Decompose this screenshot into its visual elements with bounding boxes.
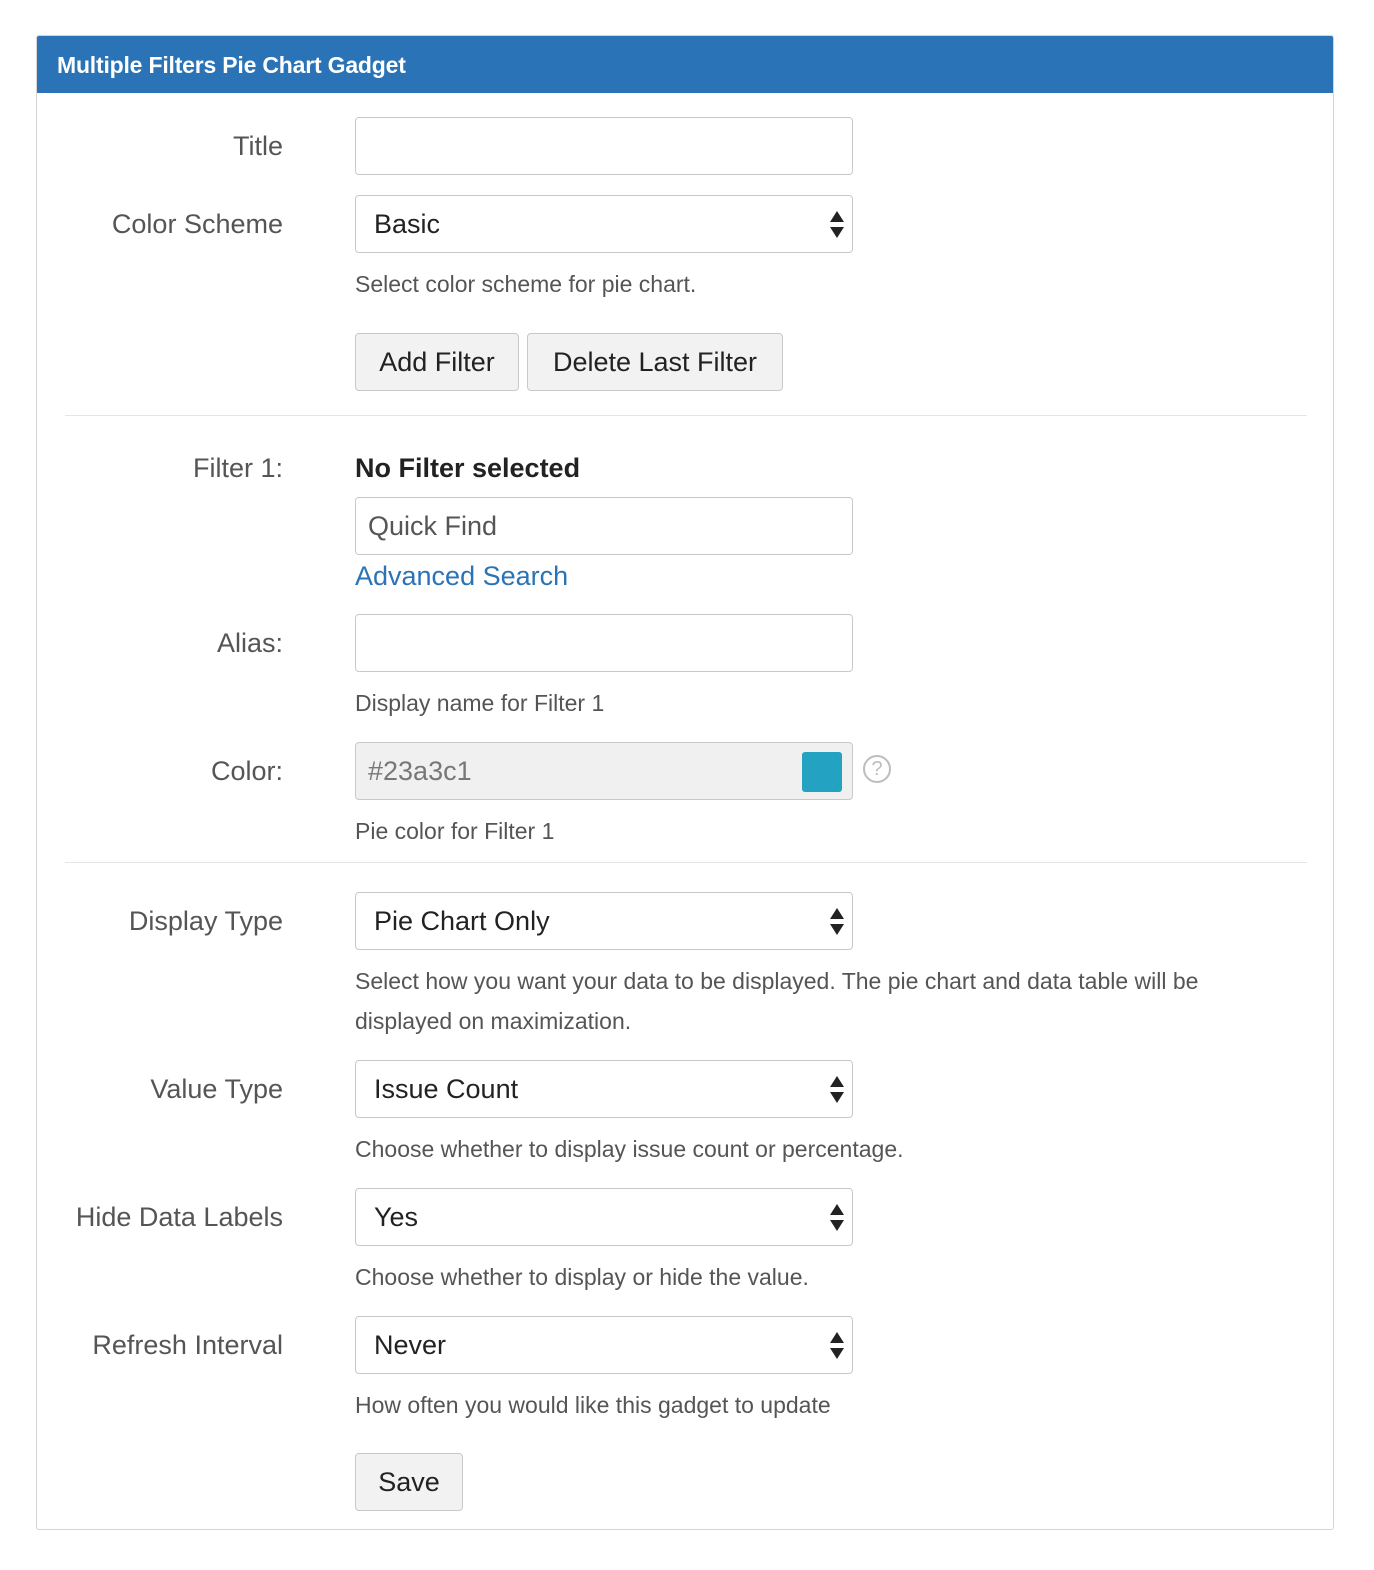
title-input[interactable] xyxy=(355,117,853,175)
color-scheme-label: Color Scheme xyxy=(111,209,283,239)
hide-data-labels-help: Choose whether to display or hide the va… xyxy=(355,1264,809,1290)
hide-data-labels-label: Hide Data Labels xyxy=(75,1202,283,1232)
hide-data-labels-select[interactable]: Yes xyxy=(355,1188,853,1246)
display-type-select[interactable]: Pie Chart Only xyxy=(355,892,853,950)
color-swatch[interactable] xyxy=(802,752,842,792)
gadget-panel: Multiple Filters Pie Chart Gadget Title … xyxy=(36,35,1334,1530)
title-label: Title xyxy=(232,131,283,161)
gadget-header: Multiple Filters Pie Chart Gadget xyxy=(37,36,1333,93)
alias-label: Alias: xyxy=(216,628,283,658)
display-type-label: Display Type xyxy=(128,906,283,936)
filter1-selection: No Filter selected xyxy=(355,453,581,483)
color-scheme-value: Basic xyxy=(374,209,441,239)
display-type-help: Select how you want your data to be disp… xyxy=(355,968,1199,1034)
value-type-value: Issue Count xyxy=(374,1074,519,1104)
section-divider xyxy=(65,415,1307,416)
refresh-interval-help: How often you would like this gadget to … xyxy=(355,1392,831,1418)
gadget-title: Multiple Filters Pie Chart Gadget xyxy=(57,52,406,78)
alias-help: Display name for Filter 1 xyxy=(355,690,605,716)
alias-input[interactable] xyxy=(355,614,853,672)
hide-data-labels-value: Yes xyxy=(374,1202,419,1232)
select-arrows-icon xyxy=(830,1332,844,1360)
quick-find-placeholder: Quick Find xyxy=(368,511,498,541)
color-scheme-help: Select color scheme for pie chart. xyxy=(355,271,697,297)
refresh-interval-label: Refresh Interval xyxy=(92,1330,283,1360)
select-arrows-icon xyxy=(830,211,844,239)
question-circle-icon[interactable]: ? xyxy=(863,755,891,783)
color-hex-value: #23a3c1 xyxy=(368,756,472,786)
display-type-value: Pie Chart Only xyxy=(374,906,550,936)
value-type-help: Choose whether to display issue count or… xyxy=(355,1136,904,1162)
value-type-label: Value Type xyxy=(150,1074,283,1104)
section-divider-2 xyxy=(65,862,1307,863)
value-type-select[interactable]: Issue Count xyxy=(355,1060,853,1118)
select-arrows-icon xyxy=(830,1076,844,1104)
refresh-interval-value: Never xyxy=(374,1330,447,1360)
quick-find-input[interactable]: Quick Find xyxy=(355,497,853,555)
select-arrows-icon xyxy=(830,1204,844,1232)
color-scheme-select[interactable]: Basic xyxy=(355,195,853,253)
color-input[interactable]: #23a3c1 xyxy=(355,742,853,800)
save-button[interactable]: Save xyxy=(355,1453,463,1511)
add-filter-button[interactable]: Add Filter xyxy=(355,333,519,391)
advanced-search-link[interactable]: Advanced Search xyxy=(355,561,568,592)
delete-last-filter-button[interactable]: Delete Last Filter xyxy=(527,333,783,391)
filter1-label: Filter 1: xyxy=(192,453,283,483)
color-label: Color: xyxy=(210,756,283,786)
select-arrows-icon xyxy=(830,908,844,936)
color-help: Pie color for Filter 1 xyxy=(355,818,555,844)
refresh-interval-select[interactable]: Never xyxy=(355,1316,853,1374)
